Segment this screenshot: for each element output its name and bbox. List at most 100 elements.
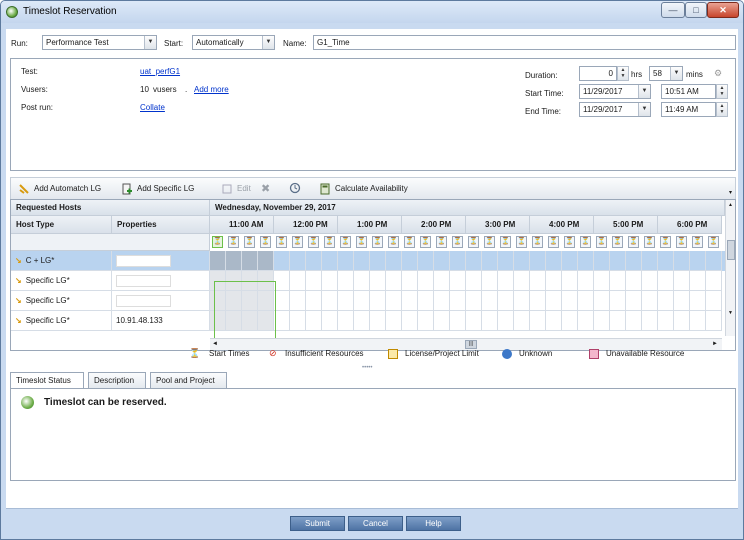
timeslot-cell[interactable] bbox=[418, 311, 434, 331]
postrun-link[interactable]: Collate bbox=[140, 103, 165, 112]
timeslot-cell[interactable] bbox=[322, 291, 338, 311]
start-time-slot[interactable]: ⏳ bbox=[628, 236, 639, 248]
start-select[interactable]: Automatically ▼ bbox=[192, 35, 275, 50]
duration-hours-input[interactable]: 0 bbox=[579, 66, 617, 81]
timeslot-cell[interactable] bbox=[258, 251, 274, 271]
chevron-down-icon[interactable]: ▼ bbox=[262, 36, 274, 49]
timeslot-cell[interactable] bbox=[562, 291, 578, 311]
timeslot-cell[interactable] bbox=[546, 271, 562, 291]
timeslot-cell[interactable] bbox=[610, 311, 626, 331]
timeslot-cell[interactable] bbox=[386, 311, 402, 331]
start-time-slot[interactable]: ⏳ bbox=[212, 236, 223, 248]
cancel-button[interactable]: Cancel bbox=[348, 516, 403, 531]
timeslot-cell[interactable] bbox=[674, 251, 690, 271]
timeslot-cell[interactable] bbox=[578, 251, 594, 271]
add-specific-lg-button[interactable]: Add Specific LG bbox=[121, 182, 194, 196]
timeslot-cell[interactable] bbox=[498, 291, 514, 311]
start-time-slot[interactable]: ⏳ bbox=[260, 236, 271, 248]
timeslot-cell[interactable] bbox=[434, 311, 450, 331]
start-time-slot[interactable]: ⏳ bbox=[708, 236, 719, 248]
start-date-select[interactable]: 11/29/2017 ▼ bbox=[579, 84, 651, 99]
add-more-link[interactable]: Add more bbox=[194, 85, 229, 94]
lock-icon[interactable]: ⚙ bbox=[714, 68, 722, 79]
splitter-grip[interactable]: ••••• bbox=[362, 365, 373, 371]
timeslot-cell[interactable] bbox=[706, 271, 722, 291]
timeslot-cell[interactable] bbox=[610, 291, 626, 311]
timeslot-cell[interactable] bbox=[434, 271, 450, 291]
table-row[interactable]: ↘ Specific LG* bbox=[11, 271, 725, 291]
timeslot-cell[interactable] bbox=[498, 251, 514, 271]
timeslot-cell[interactable] bbox=[290, 271, 306, 291]
timeslot-cell[interactable] bbox=[370, 291, 386, 311]
timeslot-cell[interactable] bbox=[626, 251, 642, 271]
timeslot-cell[interactable] bbox=[370, 311, 386, 331]
timeslot-cell[interactable] bbox=[626, 291, 642, 311]
run-select[interactable]: Performance Test ▼ bbox=[42, 35, 157, 50]
timeslot-cell[interactable] bbox=[370, 251, 386, 271]
calendar-dropdown-icon[interactable]: ▼ bbox=[638, 103, 650, 116]
timeslot-cell[interactable] bbox=[674, 271, 690, 291]
timeslot-cell[interactable] bbox=[402, 291, 418, 311]
calendar-dropdown-icon[interactable]: ▼ bbox=[638, 85, 650, 98]
timeslot-cell[interactable] bbox=[514, 311, 530, 331]
start-time-spinner[interactable]: ▲ ▼ bbox=[716, 84, 728, 99]
timeslot-cell[interactable] bbox=[274, 311, 290, 331]
timeslot-cell[interactable] bbox=[402, 311, 418, 331]
start-time-slot[interactable]: ⏳ bbox=[372, 236, 383, 248]
start-time-slot[interactable]: ⏳ bbox=[244, 236, 255, 248]
start-time-slot[interactable]: ⏳ bbox=[340, 236, 351, 248]
timeslot-cell[interactable] bbox=[354, 291, 370, 311]
submit-button[interactable]: Submit bbox=[290, 516, 345, 531]
start-time-slot[interactable]: ⏳ bbox=[292, 236, 303, 248]
timeslot-cell[interactable] bbox=[466, 251, 482, 271]
test-link[interactable]: uat_perfG1 bbox=[140, 67, 180, 76]
timeslot-cell[interactable] bbox=[338, 311, 354, 331]
timeslot-cell[interactable] bbox=[498, 271, 514, 291]
timeslot-cell[interactable] bbox=[450, 311, 466, 331]
timeslot-cell[interactable] bbox=[210, 311, 226, 331]
timeslot-cell[interactable] bbox=[690, 251, 706, 271]
timeslot-cell[interactable] bbox=[482, 251, 498, 271]
chevron-down-icon[interactable]: ▼ bbox=[144, 36, 156, 49]
timeslot-cell[interactable] bbox=[226, 311, 242, 331]
timeslot-cell[interactable] bbox=[530, 251, 546, 271]
end-time-spinner[interactable]: ▲ ▼ bbox=[716, 102, 728, 117]
start-time-slot[interactable]: ⏳ bbox=[532, 236, 543, 248]
properties-header[interactable]: Properties bbox=[112, 216, 210, 234]
timeslot-cell[interactable] bbox=[466, 311, 482, 331]
timeslot-cell[interactable] bbox=[450, 271, 466, 291]
close-button[interactable]: ✕ bbox=[707, 2, 739, 18]
timeslot-cell[interactable] bbox=[418, 251, 434, 271]
timeslot-cell[interactable] bbox=[482, 291, 498, 311]
start-time-slot[interactable]: ⏳ bbox=[228, 236, 239, 248]
timeslot-cell[interactable] bbox=[658, 251, 674, 271]
start-time-slot[interactable]: ⏳ bbox=[452, 236, 463, 248]
timeslot-cell[interactable] bbox=[210, 251, 226, 271]
start-time-slot[interactable]: ⏳ bbox=[596, 236, 607, 248]
start-time-slot[interactable]: ⏳ bbox=[644, 236, 655, 248]
timeslot-cell[interactable] bbox=[274, 271, 290, 291]
timeslot-cell[interactable] bbox=[562, 271, 578, 291]
timeslot-cell[interactable] bbox=[418, 271, 434, 291]
timeslot-cell[interactable] bbox=[242, 251, 258, 271]
timeslot-cell[interactable] bbox=[258, 271, 274, 291]
maximize-button[interactable]: □ bbox=[685, 2, 707, 18]
timeslot-cell[interactable] bbox=[514, 251, 530, 271]
timeslot-cell[interactable] bbox=[578, 271, 594, 291]
timeslot-cell[interactable] bbox=[546, 311, 562, 331]
scroll-down-icon[interactable]: ▼ bbox=[728, 310, 733, 316]
timeslot-cell[interactable] bbox=[530, 291, 546, 311]
start-time-slot[interactable]: ⏳ bbox=[404, 236, 415, 248]
timeslot-cell[interactable] bbox=[226, 251, 242, 271]
timeslot-cell[interactable] bbox=[594, 271, 610, 291]
timeslot-cell[interactable] bbox=[514, 271, 530, 291]
timeslot-cell[interactable] bbox=[242, 271, 258, 291]
timeslot-cell[interactable] bbox=[578, 311, 594, 331]
help-button[interactable]: Help bbox=[406, 516, 461, 531]
minimize-button[interactable]: — bbox=[661, 2, 685, 18]
timeslot-cell[interactable] bbox=[642, 291, 658, 311]
title-bar[interactable]: Timeslot Reservation — □ ✕ bbox=[1, 1, 743, 23]
timeslot-cell[interactable] bbox=[354, 271, 370, 291]
timeslot-cell[interactable] bbox=[354, 251, 370, 271]
timeslot-cell[interactable] bbox=[242, 311, 258, 331]
